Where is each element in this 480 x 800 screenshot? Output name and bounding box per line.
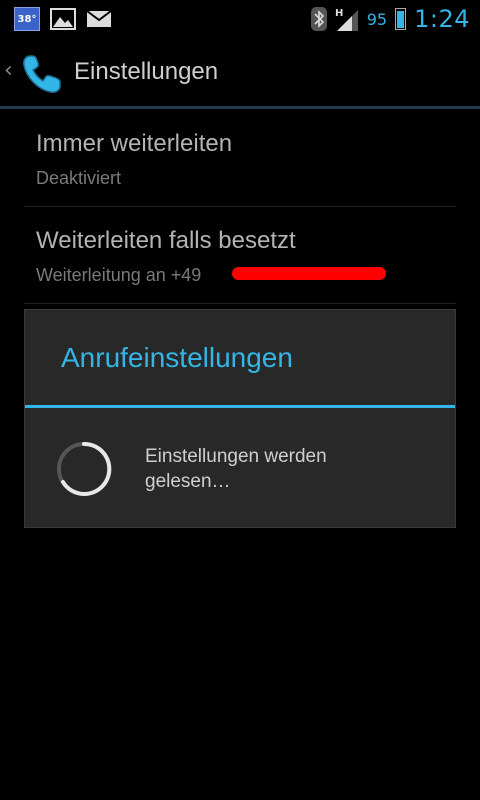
- phone-icon[interactable]: [20, 50, 66, 96]
- dialog-divider: [25, 405, 455, 408]
- weather-icon: 38°: [14, 7, 40, 31]
- redaction-mark: [232, 267, 386, 280]
- pref-title: Immer weiterleiten: [36, 130, 233, 157]
- battery-percent: 95: [366, 9, 388, 29]
- progress-dialog: Anrufeinstellungen Einstellungen werden …: [24, 309, 456, 528]
- notification-icons: 38°: [14, 6, 112, 32]
- spinner-icon: [55, 440, 113, 498]
- action-bar-title: Einstellungen: [74, 58, 219, 85]
- up-caret-icon[interactable]: ‹: [4, 58, 13, 83]
- pref-item-forward-when-busy[interactable]: Weiterleiten falls besetzt Weiterleitung…: [24, 207, 456, 304]
- pref-summary: Deaktiviert: [36, 168, 122, 188]
- clock: 1:24: [414, 5, 470, 33]
- pref-item-always-forward[interactable]: Immer weiterleiten Deaktiviert: [24, 110, 456, 207]
- mail-icon: [86, 9, 112, 29]
- network-type: H: [335, 8, 343, 19]
- bluetooth-icon: [310, 7, 327, 31]
- battery-fill: [397, 10, 405, 28]
- pref-title: Weiterleiten falls besetzt: [36, 227, 296, 254]
- action-bar[interactable]: ‹ Einstellungen: [0, 38, 480, 109]
- weather-temp: 38°: [17, 13, 37, 25]
- system-icons: H 95 1:24: [310, 4, 470, 34]
- dialog-message: Einstellungen werden gelesen…: [145, 446, 327, 492]
- signal-icon: H: [335, 6, 359, 32]
- gallery-icon: [50, 8, 76, 30]
- pref-summary: Weiterleitung an +49: [36, 265, 202, 285]
- action-bar-divider: [0, 106, 480, 109]
- dialog-title: Anrufeinstellungen: [61, 342, 293, 373]
- battery-icon: [395, 8, 407, 30]
- screen: 38° H 95 1:24 ‹ Einstellungen Immer weit…: [0, 0, 480, 800]
- status-bar: 38° H 95 1:24: [0, 0, 480, 38]
